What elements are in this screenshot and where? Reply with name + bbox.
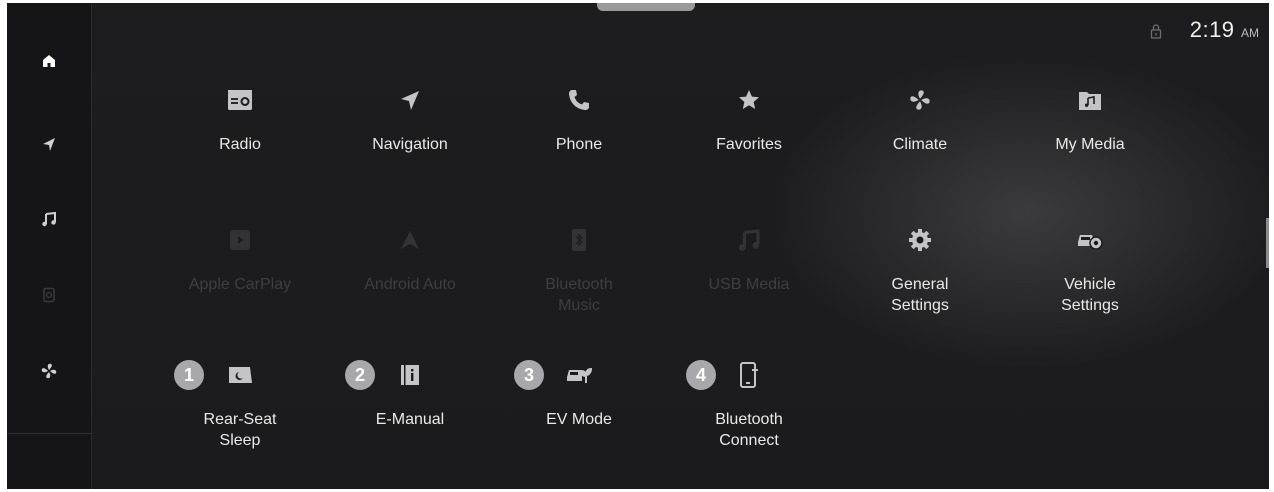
app-usb-media: USB Media bbox=[679, 226, 819, 295]
app-label: E-Manual bbox=[375, 411, 445, 428]
app-label: Apple CarPlay bbox=[188, 276, 292, 293]
gear-icon bbox=[909, 229, 931, 251]
lock-icon bbox=[1150, 24, 1161, 39]
app-android-auto: Android Auto bbox=[340, 226, 480, 295]
app-label: Radio bbox=[219, 136, 261, 153]
app-vehicle-settings[interactable]: Vehicle Settings bbox=[1020, 226, 1160, 316]
bluetooth-music-icon bbox=[572, 229, 586, 251]
music-note-icon bbox=[42, 211, 56, 227]
navigation-arrow-icon bbox=[401, 91, 419, 110]
app-label: Android Auto bbox=[364, 276, 456, 293]
app-label: Favorites bbox=[716, 136, 782, 153]
sidebar bbox=[7, 3, 92, 489]
home-icon bbox=[43, 55, 55, 67]
app-navigation[interactable]: Navigation bbox=[340, 86, 480, 155]
app-climate[interactable]: Climate bbox=[850, 86, 990, 155]
phone-projection-icon bbox=[43, 287, 55, 303]
sidebar-item-navigation[interactable] bbox=[7, 114, 91, 174]
star-icon bbox=[739, 90, 759, 109]
sidebar-item-home[interactable] bbox=[7, 31, 91, 91]
app-e-manual[interactable]: E-Manual bbox=[340, 361, 480, 430]
radio-icon bbox=[228, 90, 252, 110]
app-label: Bluetooth Music bbox=[545, 276, 613, 314]
phone-icon bbox=[569, 90, 589, 110]
app-label: General Settings bbox=[891, 276, 949, 314]
manual-book-icon bbox=[401, 365, 419, 385]
music-folder-icon bbox=[1079, 92, 1101, 110]
android-auto-icon bbox=[401, 231, 419, 249]
app-label: Climate bbox=[892, 136, 948, 153]
app-label: Vehicle Settings bbox=[1061, 276, 1119, 314]
clock-time: 2:19 bbox=[1189, 17, 1235, 42]
sidebar-item-climate[interactable] bbox=[7, 341, 91, 401]
app-label: EV Mode bbox=[546, 411, 612, 428]
sidebar-divider bbox=[7, 433, 91, 434]
app-apple-carplay: Apple CarPlay bbox=[170, 226, 310, 295]
sidebar-item-media[interactable] bbox=[7, 189, 91, 249]
app-label: USB Media bbox=[708, 276, 790, 293]
app-bluetooth-music: Bluetooth Music bbox=[509, 226, 649, 316]
ev-mode-icon bbox=[567, 367, 593, 383]
app-label: My Media bbox=[1055, 136, 1125, 153]
app-my-media[interactable]: My Media bbox=[1020, 86, 1160, 155]
clock: 2:19 AM bbox=[1190, 17, 1259, 43]
clock-ampm: AM bbox=[1241, 26, 1259, 40]
fan-icon bbox=[41, 363, 57, 379]
right-edge-handle[interactable] bbox=[1266, 218, 1269, 268]
app-favorites[interactable]: Favorites bbox=[679, 86, 819, 155]
top-handle[interactable] bbox=[597, 3, 695, 11]
usb-music-icon bbox=[738, 229, 760, 251]
phone-add-icon bbox=[740, 362, 758, 388]
app-ev-mode[interactable]: EV Mode bbox=[509, 361, 649, 430]
fan-icon bbox=[910, 90, 930, 110]
app-radio[interactable]: Radio bbox=[170, 86, 310, 155]
infotainment-home-screen: 2:19 AM Radio Navigation Phone Favorites… bbox=[7, 3, 1269, 489]
app-label: Navigation bbox=[372, 136, 448, 153]
app-label: Phone bbox=[555, 136, 603, 153]
app-general-settings[interactable]: General Settings bbox=[850, 226, 990, 316]
app-label: Bluetooth Connect bbox=[715, 411, 783, 449]
rear-seat-sleep-icon bbox=[229, 367, 252, 383]
app-bluetooth-connect[interactable]: Bluetooth Connect bbox=[679, 361, 819, 451]
carplay-icon bbox=[230, 230, 250, 250]
car-gear-icon bbox=[1078, 235, 1103, 250]
navigation-arrow-icon bbox=[43, 138, 55, 151]
app-phone[interactable]: Phone bbox=[509, 86, 649, 155]
app-rear-seat-sleep[interactable]: Rear-Seat Sleep bbox=[170, 361, 310, 451]
status-bar: 2:19 AM bbox=[1150, 17, 1259, 43]
sidebar-item-phone-projection bbox=[7, 265, 91, 325]
app-label: Rear-Seat Sleep bbox=[203, 411, 277, 449]
